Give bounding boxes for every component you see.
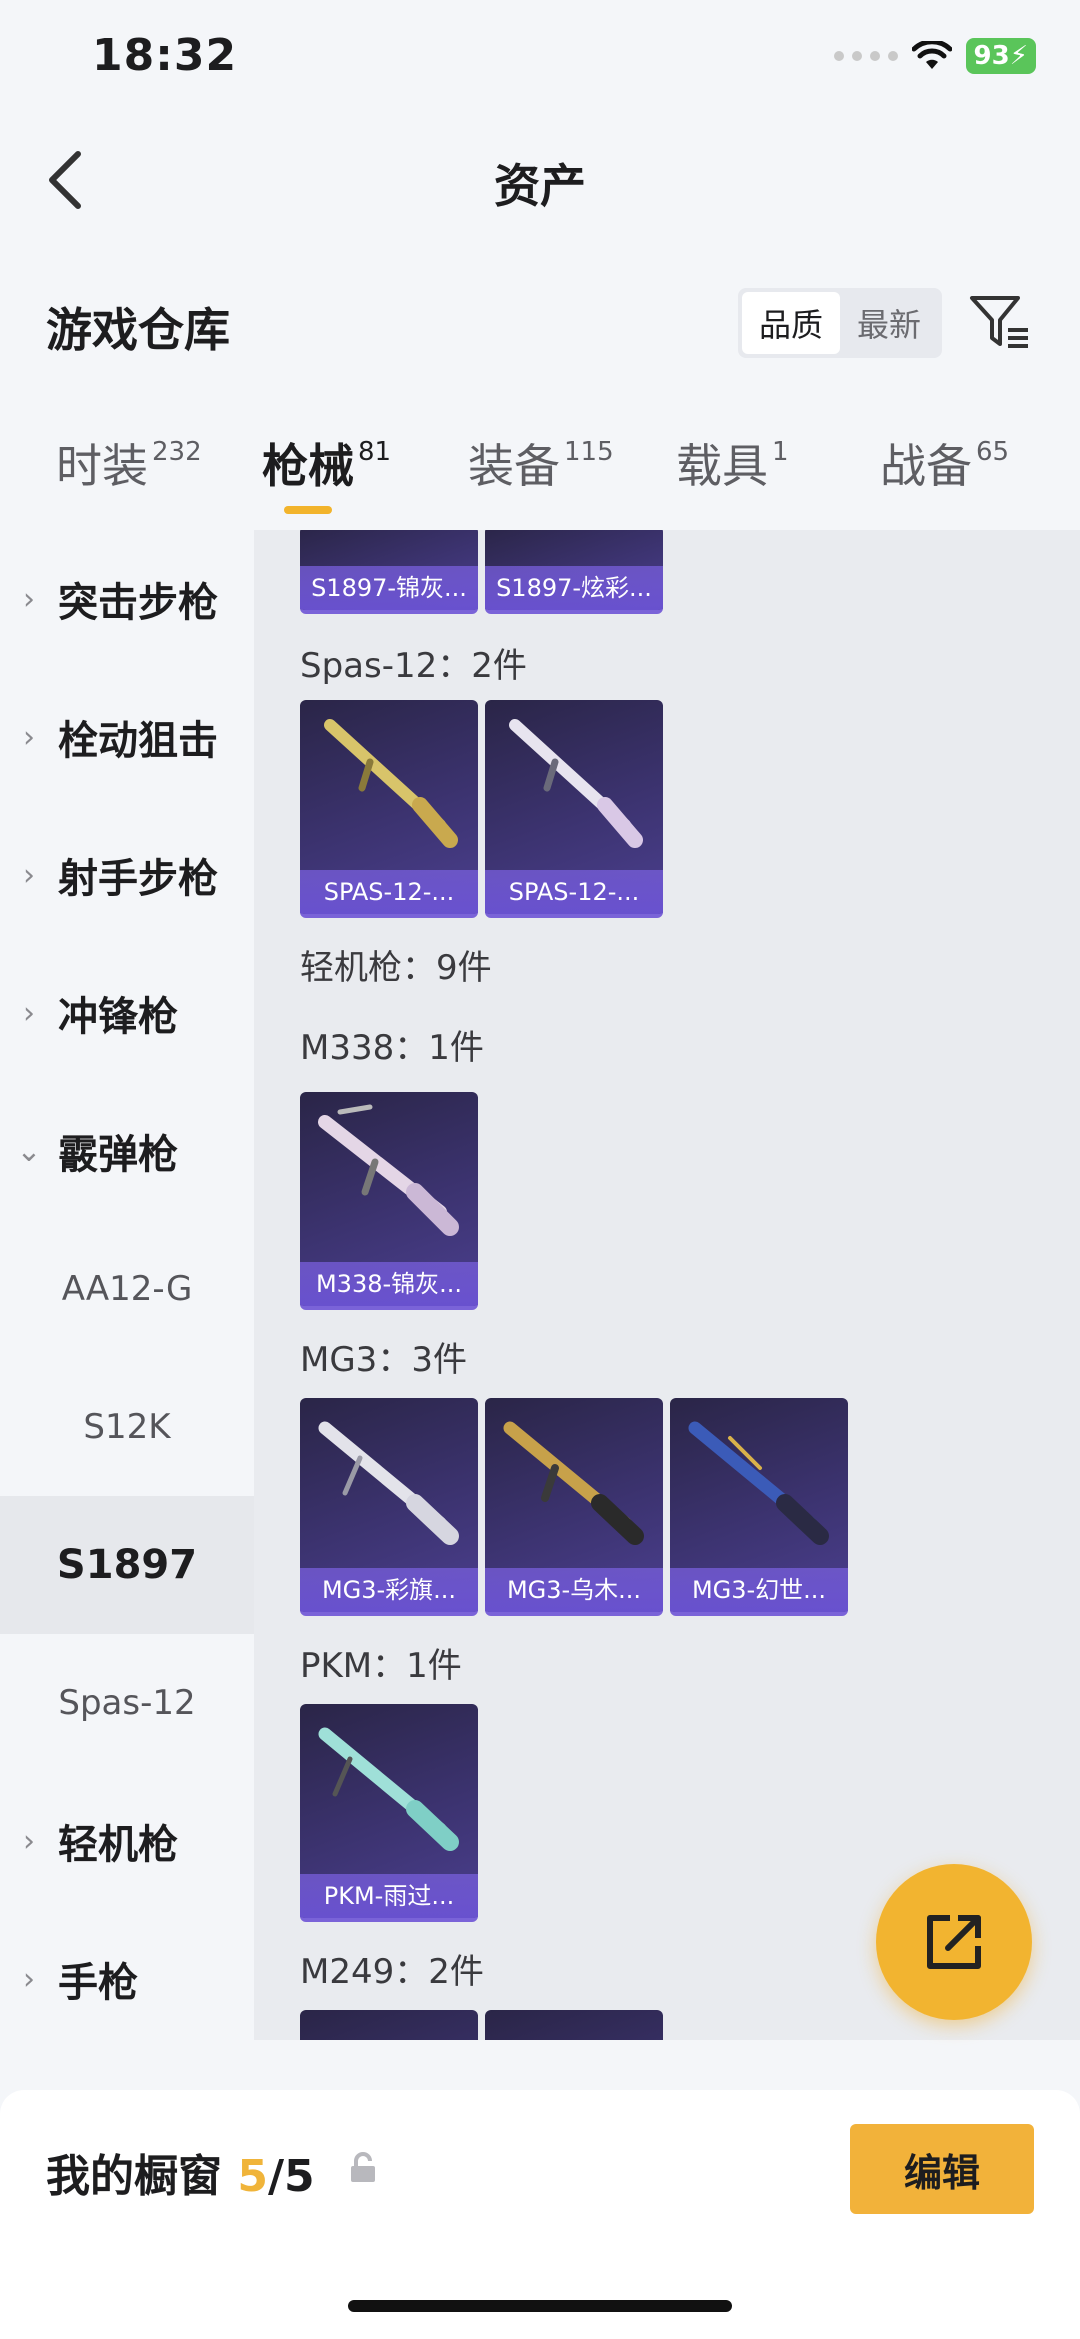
gun-image: [509, 719, 643, 848]
item-card[interactable]: [300, 2010, 478, 2040]
share-icon: [927, 1915, 981, 1969]
item-card-label: MG3-幻世...: [670, 1568, 848, 1612]
chevron-right-icon: ›: [23, 857, 35, 893]
item-card-label: S1897-锦灰...: [300, 566, 478, 610]
sidebar-item-assault-rifle[interactable]: › 突击步枪: [0, 530, 254, 668]
chevron-right-icon: ›: [23, 1961, 35, 1997]
category-tabs: 时装 232 枪械 81 装备 115 载具 1 战备 65: [0, 430, 1080, 530]
section-label-mg3: MG3：3件: [300, 1340, 467, 1380]
showcase-label: 我的橱窗 5/5: [46, 2151, 315, 2202]
tab-supplies[interactable]: 战备 65: [880, 430, 1009, 496]
gun-image: [318, 1727, 459, 1851]
sort-quality-button[interactable]: 品质: [742, 292, 840, 354]
tab-vehicles[interactable]: 载具 1: [676, 430, 789, 496]
category-sidebar: › 突击步枪 › 栓动狙击 › 射手步枪 › 冲锋枪 ⌄ 霰弹枪 AA12-G S12K …: [0, 530, 254, 2040]
gun-image: [503, 1421, 644, 1545]
item-card-label: M338-锦灰...: [300, 1262, 478, 1306]
chevron-down-icon: ⌄: [16, 1133, 42, 1169]
page-title: 资产: [494, 159, 586, 213]
item-card[interactable]: PKM-雨过...: [300, 1704, 478, 1922]
sidebar-item-lmg[interactable]: › 轻机枪: [0, 1772, 254, 1910]
item-grid: S1897-锦灰... S1897-炫彩... Spas-12：2件 SPAS-…: [254, 530, 1080, 2040]
item-card[interactable]: SPAS-12-...: [485, 700, 663, 918]
sidebar-item-marksman-rifle[interactable]: › 射手步枪: [0, 806, 254, 944]
battery-indicator: 93⚡: [965, 38, 1036, 74]
item-card[interactable]: S1897-炫彩...: [485, 530, 663, 614]
sidebar-sub-s1897[interactable]: S1897: [0, 1496, 254, 1634]
tab-underline: [284, 506, 332, 514]
share-button[interactable]: [876, 1864, 1032, 2020]
wifi-icon: [911, 41, 952, 69]
gun-image: [318, 1104, 459, 1236]
section-label-m249: M249：2件: [300, 1952, 484, 1992]
status-icons: 93⚡: [833, 38, 1036, 74]
section-label-lmg: 轻机枪：9件: [300, 948, 492, 988]
item-card-label: MG3-彩旗...: [300, 1568, 478, 1612]
gun-image: [318, 1421, 459, 1545]
item-card[interactable]: MG3-乌木...: [485, 1398, 663, 1616]
item-card-label: MG3-乌木...: [485, 1568, 663, 1612]
item-card[interactable]: SPAS-12-...: [300, 700, 478, 918]
gun-image: [324, 719, 458, 848]
filter-icon[interactable]: [968, 290, 1032, 354]
status-time: 18:32: [92, 30, 238, 81]
sidebar-item-bolt-sniper[interactable]: › 栓动狙击: [0, 668, 254, 806]
section-label-m338: M338：1件: [300, 1028, 484, 1068]
item-card-label: SPAS-12-...: [300, 870, 478, 914]
item-card[interactable]: M338-锦灰...: [300, 1092, 478, 1310]
sidebar-sub-s12k[interactable]: S12K: [0, 1358, 254, 1496]
tab-fashion[interactable]: 时装 232: [56, 430, 202, 496]
section-label-pkm: PKM：1件: [300, 1646, 462, 1686]
showcase-total: /5: [267, 2151, 315, 2202]
chevron-right-icon: ›: [23, 1823, 35, 1859]
item-card[interactable]: MG3-彩旗...: [300, 1398, 478, 1616]
sidebar-item-smg[interactable]: › 冲锋枪: [0, 944, 254, 1082]
item-card[interactable]: S1897-锦灰...: [300, 530, 478, 614]
chevron-right-icon: ›: [23, 995, 35, 1031]
gun-image: [688, 1421, 829, 1545]
sidebar-sub-spas12[interactable]: Spas-12: [0, 1634, 254, 1772]
item-card-label: PKM-雨过...: [300, 1874, 478, 1918]
chevron-right-icon: ›: [23, 581, 35, 617]
sidebar-item-shotgun[interactable]: ⌄ 霰弹枪: [0, 1082, 254, 1220]
item-card[interactable]: [485, 2010, 663, 2040]
tab-equipment[interactable]: 装备 115: [468, 430, 614, 496]
tab-firearms[interactable]: 枪械 81: [262, 430, 391, 496]
sort-toggle: 品质 最新: [738, 288, 942, 358]
edit-button[interactable]: 编辑: [850, 2124, 1034, 2214]
home-indicator: [348, 2300, 732, 2312]
sort-latest-button[interactable]: 最新: [840, 292, 938, 354]
sidebar-sub-aa12g[interactable]: AA12-G: [0, 1220, 254, 1358]
lock-icon[interactable]: [348, 2152, 378, 2184]
chevron-right-icon: ›: [23, 719, 35, 755]
section-label-spas: Spas-12：2件: [300, 646, 527, 686]
showcase-count: 5: [237, 2151, 268, 2202]
sidebar-item-pistol[interactable]: › 手枪: [0, 1910, 254, 2048]
item-card[interactable]: MG3-幻世...: [670, 1398, 848, 1616]
item-card-label: S1897-炫彩...: [485, 566, 663, 610]
signal-icon: [833, 51, 898, 61]
item-card-label: SPAS-12-...: [485, 870, 663, 914]
warehouse-title: 游戏仓库: [46, 303, 230, 357]
